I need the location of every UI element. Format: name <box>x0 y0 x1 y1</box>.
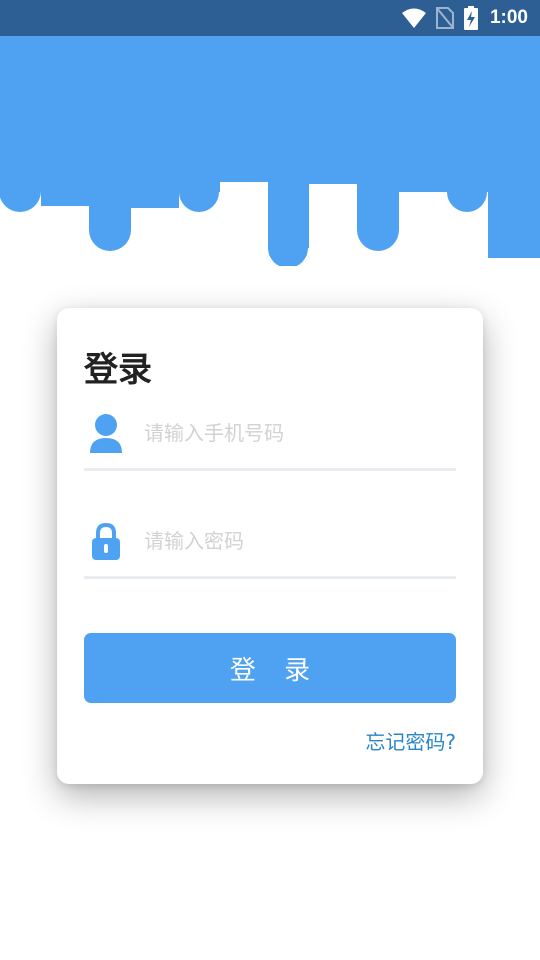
user-icon <box>86 408 126 458</box>
no-sim-icon <box>435 7 454 29</box>
login-card: 登录 登 录 忘记密码? <box>57 308 483 784</box>
login-button[interactable]: 登 录 <box>84 633 456 703</box>
status-bar: 1:00 <box>0 0 540 36</box>
lock-icon <box>86 516 126 566</box>
battery-charging-icon <box>463 6 478 30</box>
password-input[interactable] <box>144 516 444 566</box>
header-drip-decoration <box>0 36 540 266</box>
phone-field <box>84 408 456 471</box>
password-field <box>84 516 456 579</box>
login-title: 登录 <box>84 350 152 390</box>
status-time: 1:00 <box>489 7 528 28</box>
wifi-icon <box>401 8 426 28</box>
forgot-password-link[interactable]: 忘记密码? <box>365 726 456 755</box>
phone-input[interactable] <box>144 408 444 458</box>
